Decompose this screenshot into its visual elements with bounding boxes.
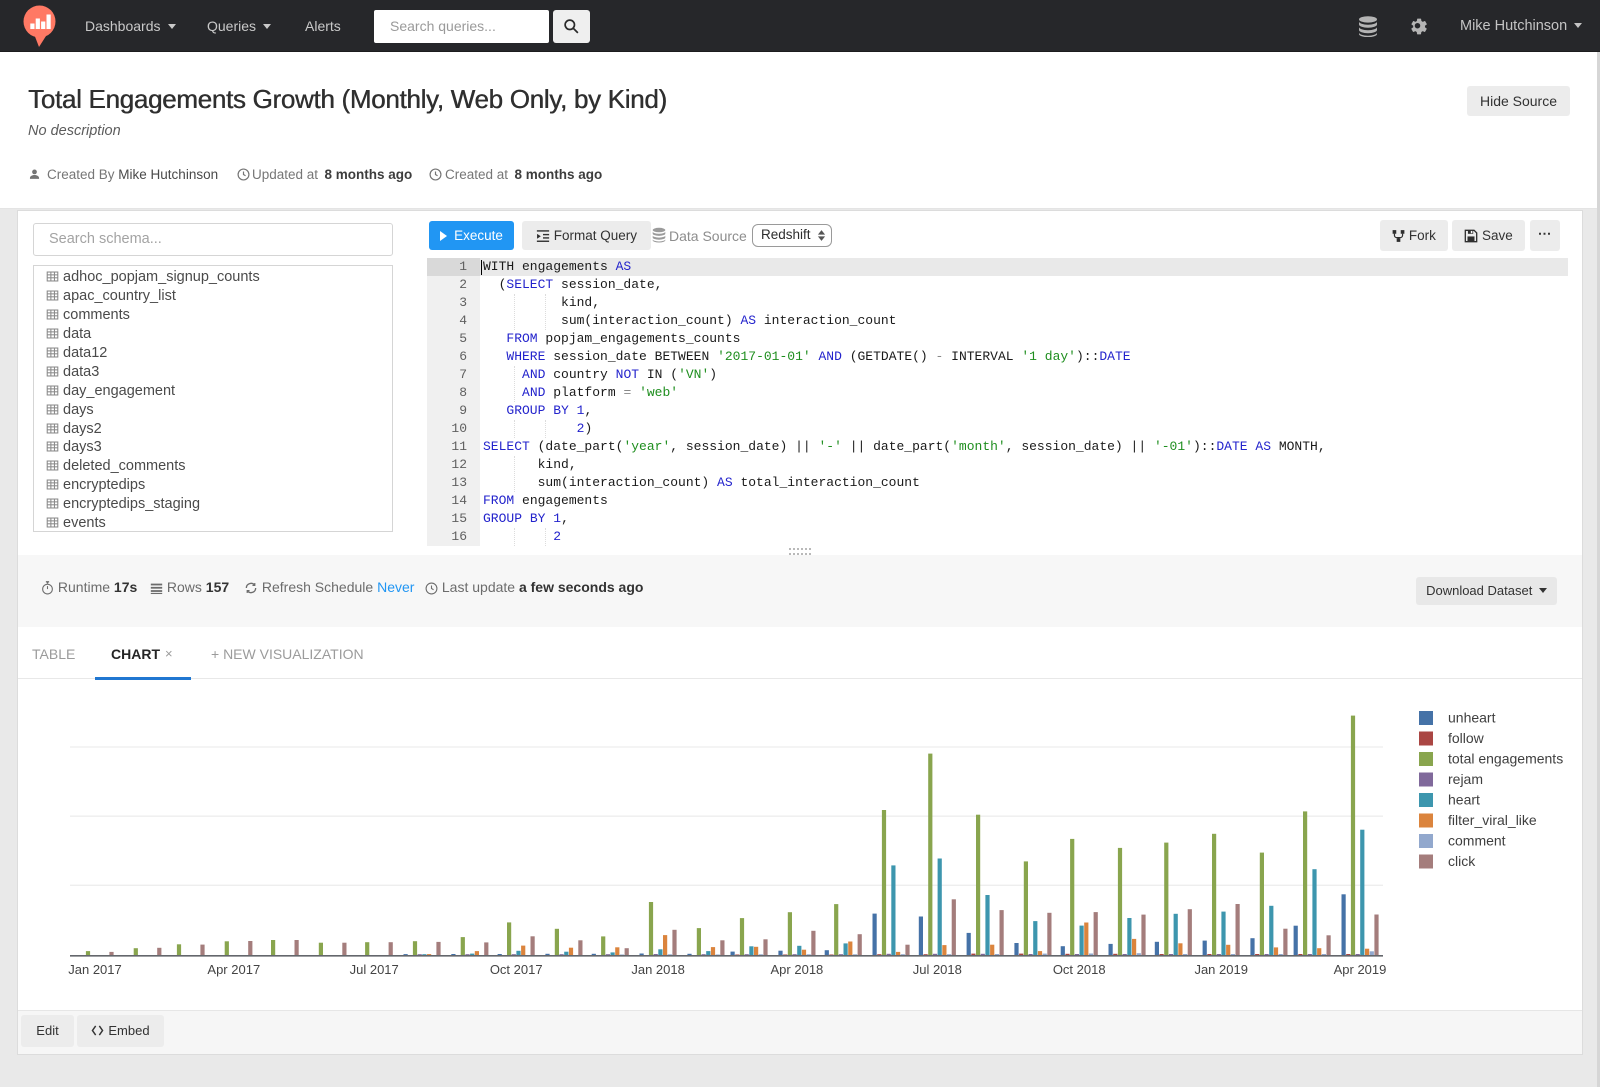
svg-text:total engagements: total engagements: [1448, 751, 1563, 767]
svg-text:Apr 2018: Apr 2018: [771, 962, 824, 977]
svg-text:Jan 2019: Jan 2019: [1194, 962, 1248, 977]
svg-text:Apr 2017: Apr 2017: [207, 962, 260, 977]
svg-text:Jan 2018: Jan 2018: [631, 962, 685, 977]
svg-text:Oct 2017: Oct 2017: [490, 962, 543, 977]
svg-text:unheart: unheart: [1448, 710, 1496, 726]
svg-text:Jul 2018: Jul 2018: [913, 962, 962, 977]
svg-text:Apr 2019: Apr 2019: [1334, 962, 1387, 977]
svg-text:click: click: [1448, 853, 1476, 869]
svg-text:comment: comment: [1448, 833, 1506, 849]
svg-text:follow: follow: [1448, 730, 1485, 746]
svg-text:Jan 2017: Jan 2017: [68, 962, 122, 977]
svg-text:filter_viral_like: filter_viral_like: [1448, 812, 1537, 828]
svg-text:Jul 2017: Jul 2017: [350, 962, 399, 977]
svg-text:Oct 2018: Oct 2018: [1053, 962, 1106, 977]
svg-text:rejam: rejam: [1448, 771, 1483, 787]
svg-text:heart: heart: [1448, 792, 1480, 808]
